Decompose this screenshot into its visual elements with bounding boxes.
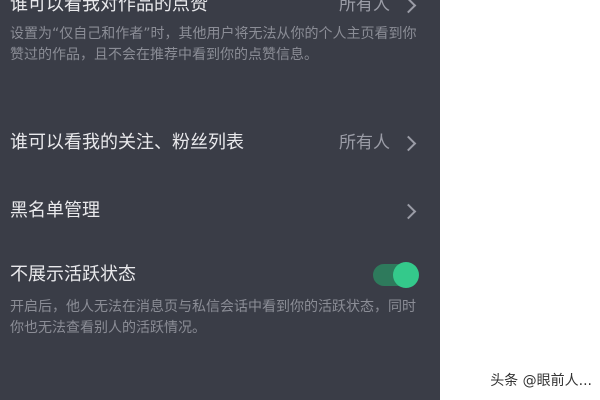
like-visibility-description: 设置为“仅自己和作者”时，其他用户将无法从你的个人主页看到你赞过的作品，且不会在… (10, 26, 417, 63)
chevron-right-icon (400, 0, 417, 14)
hide-activity-row: 不展示活跃状态 (10, 263, 420, 289)
chevron-right-icon (400, 203, 417, 220)
privacy-settings-screen: 谁可以看我对作品的点赞 所有人 设置为“仅自己和作者”时，其他用户将无法从你的个… (0, 0, 440, 400)
like-visibility-value: 所有人 (339, 0, 390, 15)
like-visibility-title: 谁可以看我对作品的点赞 (10, 0, 208, 15)
follow-list-title: 谁可以看我的关注、粉丝列表 (10, 132, 244, 153)
watermark: 头条 @眼前人... (490, 373, 592, 389)
hide-activity-description: 开启后，他人无法在消息页与私信会话中看到你的活跃状态，同时你也无法查看别人的活跃… (10, 299, 416, 336)
follow-list-row[interactable]: 谁可以看我的关注、粉丝列表 所有人 (10, 131, 420, 157)
toggle-knob (393, 262, 419, 288)
hide-activity-title: 不展示活跃状态 (10, 264, 136, 285)
blacklist-row[interactable]: 黑名单管理 (10, 199, 420, 225)
follow-list-value: 所有人 (339, 133, 390, 153)
blacklist-title: 黑名单管理 (10, 200, 100, 221)
like-visibility-row[interactable]: 谁可以看我对作品的点赞 所有人 (10, 0, 420, 23)
hide-activity-toggle[interactable] (373, 262, 419, 288)
chevron-right-icon (400, 135, 417, 152)
